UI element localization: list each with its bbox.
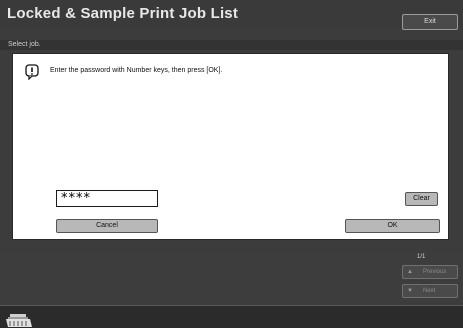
lower-panel: 1/1 ▲ Previous ▼ Next: [0, 252, 463, 302]
previous-button[interactable]: ▲ Previous: [402, 265, 458, 279]
previous-label: Previous: [423, 269, 447, 275]
clear-button[interactable]: Clear: [405, 192, 438, 206]
instruction-text: Enter the password with Number keys, the…: [50, 67, 223, 74]
cancel-button[interactable]: Cancel: [56, 219, 158, 233]
exit-button[interactable]: Exit: [402, 14, 458, 30]
next-button[interactable]: ▼ Next: [402, 284, 458, 298]
status-bar: [0, 305, 463, 328]
up-arrow-icon: ▲: [407, 269, 413, 275]
subtitle-bar: Select job.: [0, 40, 463, 50]
next-label: Next: [423, 288, 436, 294]
info-bubble-icon: [25, 64, 39, 81]
subtitle-text: Select job.: [8, 41, 41, 48]
page-indicator: 1/1: [417, 254, 426, 260]
ok-button[interactable]: OK: [345, 219, 440, 233]
password-dialog: Enter the password with Number keys, the…: [12, 53, 449, 240]
title-bar: Locked & Sample Print Job List Exit: [0, 0, 463, 30]
screen: Locked & Sample Print Job List Exit Sele…: [0, 0, 463, 328]
down-arrow-icon: ▼: [407, 288, 413, 294]
password-field[interactable]: ****: [56, 190, 158, 207]
printer-tray-icon: [6, 311, 48, 328]
page-title: Locked & Sample Print Job List: [7, 5, 239, 22]
